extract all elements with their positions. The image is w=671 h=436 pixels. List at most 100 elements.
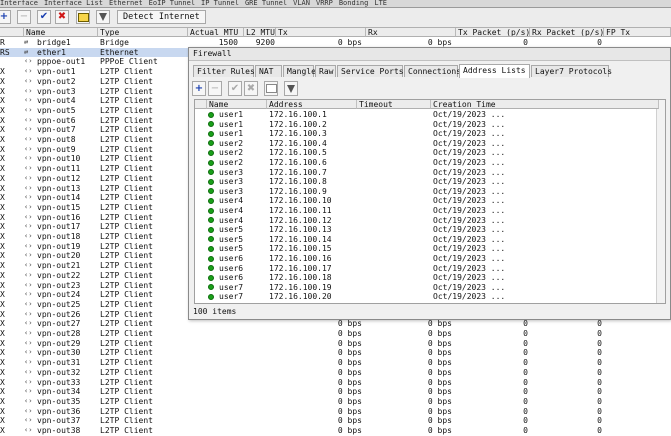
column-header[interactable]: Rx: [366, 28, 456, 37]
disable-icon[interactable]: ✖: [55, 10, 69, 24]
add-icon[interactable]: +: [192, 81, 206, 96]
column-header[interactable]: Name: [207, 100, 267, 109]
table-row[interactable]: X ‹› vpn-out31 L2TP Client 0 bps 0 bps 0 0: [0, 358, 671, 368]
row-flag: X: [0, 115, 5, 125]
add-icon[interactable]: +: [0, 10, 11, 24]
column-header[interactable]: Tx: [276, 28, 366, 37]
top-tab[interactable]: VRRP: [316, 0, 333, 7]
address-list-row[interactable]: user7 172.16.100.19 Oct/19/2023 ...: [195, 283, 665, 293]
interface-name: vpn-out17: [37, 222, 81, 232]
interface-type: L2TP Client: [100, 367, 153, 377]
tab-raw[interactable]: Raw: [315, 65, 336, 77]
filter-icon[interactable]: [96, 10, 110, 24]
enable-icon[interactable]: ✔: [228, 81, 242, 96]
address-list-row[interactable]: user4 172.16.100.10 Oct/19/2023 ...: [195, 196, 665, 206]
column-header[interactable]: Name: [24, 28, 98, 37]
column-header[interactable]: [195, 100, 207, 109]
address-list-row[interactable]: user5 172.16.100.14 Oct/19/2023 ...: [195, 235, 665, 245]
tab-connections[interactable]: Connections: [404, 65, 461, 77]
address-list-row[interactable]: user2 172.16.100.6 Oct/19/2023 ...: [195, 158, 665, 168]
remove-icon[interactable]: −: [17, 10, 31, 24]
top-tab[interactable]: GRE Tunnel: [245, 0, 287, 7]
top-tab[interactable]: EoIP Tunnel: [149, 0, 195, 7]
enabled-status-icon: [208, 244, 214, 254]
address-list-row[interactable]: user1 172.16.100.3 Oct/19/2023 ...: [195, 129, 665, 139]
column-header[interactable]: L2 MTU: [244, 28, 276, 37]
column-header[interactable]: Timeout: [357, 100, 431, 109]
tab-mangle[interactable]: Mangle: [283, 65, 316, 77]
remove-icon[interactable]: −: [208, 81, 222, 96]
disable-icon[interactable]: ✖: [244, 81, 258, 96]
column-header[interactable]: Actual MTU: [188, 28, 244, 37]
interface-name: vpn-out38: [37, 426, 81, 435]
top-tab[interactable]: IP Tunnel: [201, 0, 239, 7]
rx-packet-rate: 0: [597, 377, 602, 387]
tab-layer7-protocols[interactable]: Layer7 Protocols: [531, 65, 612, 77]
column-header[interactable]: Type: [98, 28, 188, 37]
column-header[interactable]: FP Tx: [604, 28, 671, 37]
interface-type: L2TP Client: [100, 202, 153, 212]
firewall-window[interactable]: Firewall Filter Rules NAT Mangle Raw Service…: [188, 47, 671, 320]
address-list-row[interactable]: user5 172.16.100.13 Oct/19/2023 ...: [195, 225, 665, 235]
address-list-row[interactable]: user2 172.16.100.4 Oct/19/2023 ...: [195, 139, 665, 149]
column-header[interactable]: Creation Time: [431, 100, 659, 109]
top-tab[interactable]: LTE: [374, 0, 387, 7]
table-row[interactable]: X ‹› vpn-out30 L2TP Client 0 bps 0 bps 0 0: [0, 348, 671, 358]
interface-name: vpn-out4: [37, 96, 76, 106]
address-list-row[interactable]: user1 172.16.100.1 Oct/19/2023 ...: [195, 110, 665, 120]
table-row[interactable]: X ‹› vpn-out36 L2TP Client 0 bps 0 bps 0 0: [0, 407, 671, 417]
table-row[interactable]: X ‹› vpn-out35 L2TP Client 0 bps 0 bps 0 0: [0, 397, 671, 407]
rx-rate: 0 bps: [427, 406, 452, 416]
column-header[interactable]: Tx Packet (p/s): [456, 28, 530, 37]
interface-name: vpn-out9: [37, 144, 76, 154]
address-list-row[interactable]: user3 172.16.100.7 Oct/19/2023 ...: [195, 167, 665, 178]
address-list-row[interactable]: user4 172.16.100.12 Oct/19/2023 ...: [195, 216, 665, 226]
rx-packet-rate: 0: [597, 387, 602, 397]
top-tab[interactable]: Interface List: [44, 0, 103, 7]
table-row[interactable]: X ‹› vpn-out29 L2TP Client 0 bps 0 bps 0 0: [0, 339, 671, 349]
tab-filter-rules[interactable]: Filter Rules: [193, 65, 255, 77]
tab-service-ports[interactable]: Service Ports: [337, 65, 404, 77]
table-row[interactable]: X ‹› vpn-out33 L2TP Client 0 bps 0 bps 0 0: [0, 378, 671, 388]
table-row[interactable]: X ‹› vpn-out28 L2TP Client 0 bps 0 bps 0 0: [0, 329, 671, 339]
top-tab[interactable]: Interface: [0, 0, 38, 7]
interface-icon: ‹›: [24, 125, 33, 134]
top-tab[interactable]: VLAN: [293, 0, 310, 7]
comment-icon[interactable]: [76, 10, 90, 24]
address-list-row[interactable]: user2 172.16.100.5 Oct/19/2023 ...: [195, 148, 665, 158]
creation-time: Oct/19/2023 ...: [433, 167, 506, 177]
column-header[interactable]: Address: [267, 100, 357, 109]
table-row[interactable]: X ‹› vpn-out32 L2TP Client 0 bps 0 bps 0 0: [0, 368, 671, 378]
table-row[interactable]: X ‹› vpn-out37 L2TP Client 0 bps 0 bps 0 0: [0, 416, 671, 426]
column-header[interactable]: Rx Packet (p/s): [530, 28, 604, 37]
tab-address-lists[interactable]: Address Lists: [459, 64, 530, 78]
comment-icon[interactable]: [264, 81, 278, 96]
address-list-row[interactable]: user3 172.16.100.9 Oct/19/2023 ...: [195, 187, 665, 197]
address-list-row[interactable]: user5 172.16.100.15 Oct/19/2023 ...: [195, 244, 665, 254]
address-list-row[interactable]: user4 172.16.100.11 Oct/19/2023 ...: [195, 206, 665, 216]
tab-nat[interactable]: NAT: [255, 65, 282, 77]
address-list-row[interactable]: user1 172.16.100.2 Oct/19/2023 ...: [195, 120, 665, 130]
firewall-window-title[interactable]: Firewall: [189, 48, 670, 61]
top-tab[interactable]: Ethernet: [109, 0, 143, 7]
address-value: 172.16.100.6: [269, 158, 327, 167]
column-header[interactable]: [0, 28, 24, 37]
detect-internet-button[interactable]: Detect Internet: [117, 10, 206, 24]
enabled-status-icon: [208, 225, 214, 235]
address-list-row[interactable]: user7 172.16.100.20 Oct/19/2023 ...: [195, 292, 665, 302]
row-flag: X: [0, 135, 5, 144]
interface-icon: ‹›: [24, 377, 33, 386]
address-list-row[interactable]: user6 172.16.100.17 Oct/19/2023 ...: [195, 263, 665, 274]
address-value: 172.16.100.17: [269, 263, 332, 273]
top-tab[interactable]: Bonding: [339, 0, 369, 7]
interface-name: vpn-out30: [37, 348, 81, 358]
enable-icon[interactable]: ✔: [37, 10, 51, 24]
table-row[interactable]: X ‹› vpn-out27 L2TP Client 0 bps 0 bps 0 0: [0, 319, 671, 329]
address-list-row[interactable]: user6 172.16.100.16 Oct/19/2023 ...: [195, 254, 665, 264]
address-list-row[interactable]: user3 172.16.100.8 Oct/19/2023 ...: [195, 177, 665, 187]
table-row[interactable]: X ‹› vpn-out38 L2TP Client 0 bps 0 bps 0 0: [0, 426, 671, 436]
table-row[interactable]: X ‹› vpn-out34 L2TP Client 0 bps 0 bps 0 0: [0, 387, 671, 397]
address-list-row[interactable]: user6 172.16.100.18 Oct/19/2023 ...: [195, 273, 665, 283]
interface-icon: ‹›: [24, 232, 33, 240]
filter-icon[interactable]: [284, 81, 298, 96]
